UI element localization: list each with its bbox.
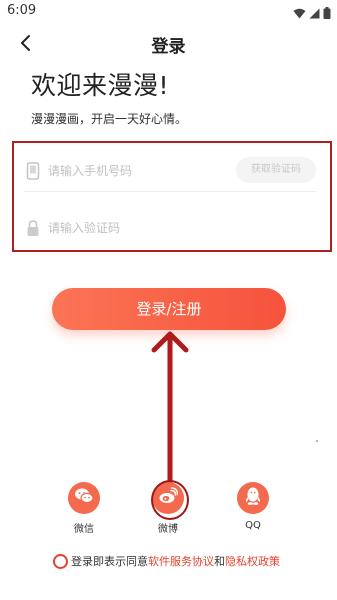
welcome-subtitle: 漫漫漫画，开启一天好心情。	[31, 112, 188, 126]
phone-row: 获取验证码	[24, 152, 316, 192]
social-weibo-label: 微博	[158, 524, 178, 535]
social-wechat-label: 微信	[74, 524, 94, 535]
weibo-annotation-circle	[151, 480, 189, 520]
social-weibo[interactable]: 微博	[143, 480, 193, 535]
wifi-icon	[293, 4, 306, 23]
agreement-connector: 和	[214, 555, 225, 568]
social-wechat[interactable]: 微信	[59, 482, 109, 535]
social-qq[interactable]: QQ	[228, 482, 278, 531]
qq-icon	[244, 486, 262, 510]
signal-icon	[309, 4, 320, 23]
phone-input[interactable]	[48, 160, 228, 182]
login-register-button[interactable]: 登录/注册	[52, 288, 286, 330]
phone-icon	[26, 162, 40, 180]
social-qq-label: QQ	[245, 520, 261, 531]
privacy-policy-link[interactable]: 隐私权政策	[225, 553, 280, 569]
agree-checkbox[interactable]	[53, 553, 68, 569]
agreement-row: 登录即表示同意 软件服务协议 和 隐私权政策	[53, 553, 280, 569]
service-agreement-link[interactable]: 软件服务协议	[148, 553, 214, 569]
lock-icon	[26, 219, 40, 237]
agreement-prefix: 登录即表示同意	[71, 555, 148, 568]
code-input[interactable]	[48, 217, 228, 239]
get-code-button[interactable]: 获取验证码	[236, 157, 316, 183]
status-bar: 6:09	[0, 0, 337, 22]
wechat-icon	[74, 487, 94, 509]
status-time: 6:09	[7, 3, 37, 18]
status-icons	[293, 4, 331, 23]
code-row	[24, 209, 316, 249]
arrow-up-icon	[151, 331, 189, 484]
nav-bar: 登录	[0, 28, 337, 58]
welcome-title: 欢迎来漫漫!	[31, 71, 170, 100]
stray-dot	[316, 440, 318, 442]
battery-icon	[323, 4, 331, 23]
page-title: 登录	[151, 37, 186, 57]
